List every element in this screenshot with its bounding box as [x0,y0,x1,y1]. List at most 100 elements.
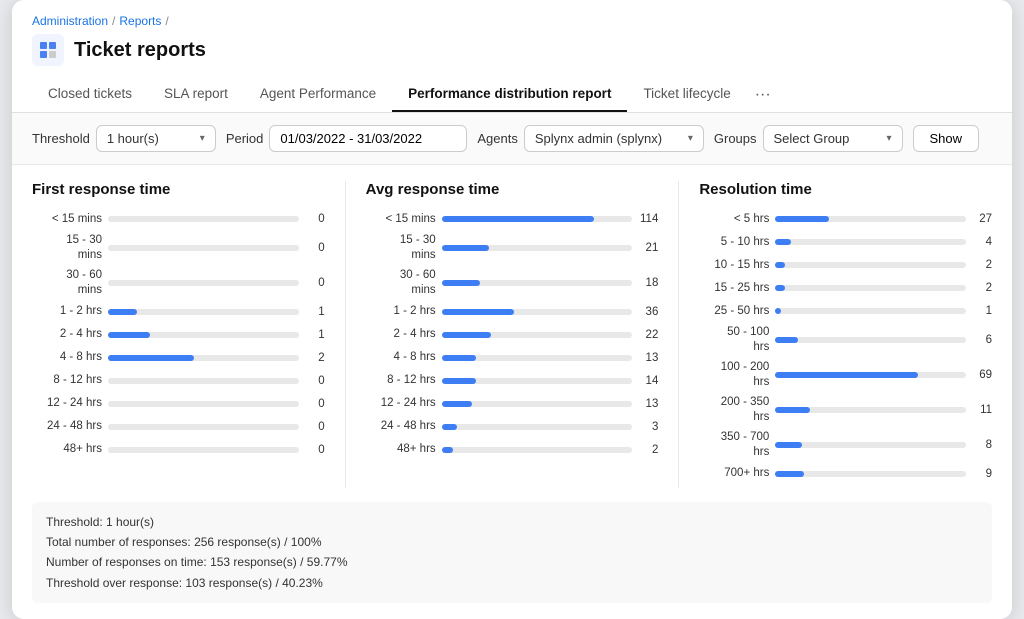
row-label-7: 12 - 24 hrs [32,396,102,411]
resolution-rows: < 5 hrs275 - 10 hrs410 - 15 hrs215 - 25 … [699,210,992,483]
row-label-1: 15 - 30 mins [366,233,436,263]
chevron-down-icon: ▾ [200,133,205,144]
summary-box: Threshold: 1 hour(s) Total number of res… [32,502,992,604]
threshold-group: Threshold 1 hour(s) ▾ [32,125,216,152]
breadcrumb-reports[interactable]: Reports [119,14,161,28]
row-value-0: 114 [638,213,658,225]
row-value-7: 13 [638,398,658,410]
chart-row-4: 2 - 4 hrs22 [366,326,659,344]
bar-track-7 [442,401,633,407]
chart-row-3: 1 - 2 hrs36 [366,303,659,321]
bar-track-1 [775,239,966,245]
bar-fill-8 [442,424,457,430]
avg-response-title: Avg response time [366,181,659,198]
row-label-8: 350 - 700 hrs [699,430,769,460]
groups-group: Groups Select Group ▾ [714,125,903,152]
chart-row-5: 4 - 8 hrs13 [366,349,659,367]
row-label-4: 2 - 4 hrs [32,327,102,342]
bar-track-6 [775,372,966,378]
bar-fill-7 [775,407,809,413]
row-value-4: 1 [972,305,992,317]
bar-fill-7 [442,401,473,407]
row-value-2: 2 [972,259,992,271]
row-label-9: 48+ hrs [366,442,436,457]
chart-row-9: 700+ hrs9 [699,465,992,483]
bar-fill-8 [775,442,802,448]
row-value-8: 3 [638,421,658,433]
bar-fill-4 [442,332,492,338]
row-value-9: 0 [305,444,325,456]
chart-row-2: 30 - 60 mins18 [366,268,659,298]
threshold-select[interactable]: 1 hour(s) ▾ [96,125,216,152]
chart-row-3: 1 - 2 hrs 1 [32,303,325,321]
bar-fill-5 [108,355,194,361]
tab-agent[interactable]: Agent Performance [244,78,392,112]
main-window: Administration / Reports / Ticket report… [12,0,1012,619]
breadcrumb-sep2: / [165,14,168,28]
bar-track-2 [775,262,966,268]
chart-row-0: < 15 mins114 [366,210,659,228]
chart-row-1: 5 - 10 hrs4 [699,233,992,251]
bar-fill-0 [442,216,595,222]
chart-row-9: 48+ hrs0 [32,441,325,459]
row-label-1: 5 - 10 hrs [699,235,769,250]
chart-row-8: 24 - 48 hrs3 [366,418,659,436]
bar-track-0 [775,216,966,222]
tab-bar: Closed tickets SLA report Agent Performa… [32,78,992,112]
row-value-7: 0 [305,398,325,410]
bar-track-8 [775,442,966,448]
show-button[interactable]: Show [913,125,980,152]
tab-lifecycle[interactable]: Ticket lifecycle [627,78,746,112]
chart-row-8: 350 - 700 hrs 8 [699,430,992,460]
row-value-6: 14 [638,375,658,387]
row-label-3: 1 - 2 hrs [32,304,102,319]
bar-track-3 [108,309,299,315]
page-title: Ticket reports [74,39,206,62]
bar-fill-3 [442,309,514,315]
row-label-3: 1 - 2 hrs [366,304,436,319]
row-value-0: 0 [305,213,325,225]
first-response-rows: < 15 mins015 - 30 mins030 - 60 mins01 - … [32,210,325,459]
chart-row-0: < 5 hrs27 [699,210,992,228]
groups-select[interactable]: Select Group ▾ [763,125,903,152]
period-input[interactable] [269,125,467,152]
chart-row-7: 200 - 350 hrs11 [699,395,992,425]
tab-more[interactable]: ··· [747,78,779,112]
row-label-5: 4 - 8 hrs [32,350,102,365]
tab-perf[interactable]: Performance distribution report [392,78,627,112]
row-value-9: 9 [972,468,992,480]
row-value-7: 11 [972,404,992,416]
bar-fill-2 [442,280,480,286]
chart-row-4: 2 - 4 hrs 1 [32,326,325,344]
threshold-value: 1 hour(s) [107,131,159,146]
resolution-title: Resolution time [699,181,992,198]
title-row: Ticket reports [32,34,992,66]
breadcrumb-admin[interactable]: Administration [32,14,108,28]
bar-track-5 [442,355,633,361]
row-value-1: 0 [305,242,325,254]
row-value-3: 1 [305,306,325,318]
row-label-6: 8 - 12 hrs [366,373,436,388]
chart-row-5: 50 - 100 hrs6 [699,325,992,355]
summary-line4: Threshold over response: 103 response(s)… [46,573,978,593]
row-label-6: 8 - 12 hrs [32,373,102,388]
row-value-8: 8 [972,439,992,451]
chart-row-5: 4 - 8 hrs2 [32,349,325,367]
row-value-4: 1 [305,329,325,341]
row-label-2: 10 - 15 hrs [699,258,769,273]
chart-row-1: 15 - 30 mins 0 [32,233,325,263]
chart-row-6: 100 - 200 hrs69 [699,360,992,390]
row-value-3: 2 [972,282,992,294]
agents-select[interactable]: Splynx admin (splynx) ▾ [524,125,704,152]
bar-fill-0 [775,216,828,222]
content-area: First response time < 15 mins015 - 30 mi… [12,165,1012,619]
chart-row-1: 15 - 30 mins21 [366,233,659,263]
row-label-1: 15 - 30 mins [32,233,102,263]
row-label-8: 24 - 48 hrs [32,419,102,434]
tab-closed[interactable]: Closed tickets [32,78,148,112]
tab-sla[interactable]: SLA report [148,78,244,112]
row-label-4: 25 - 50 hrs [699,304,769,319]
agents-label: Agents [477,131,517,146]
app-icon [32,34,64,66]
period-label: Period [226,131,264,146]
